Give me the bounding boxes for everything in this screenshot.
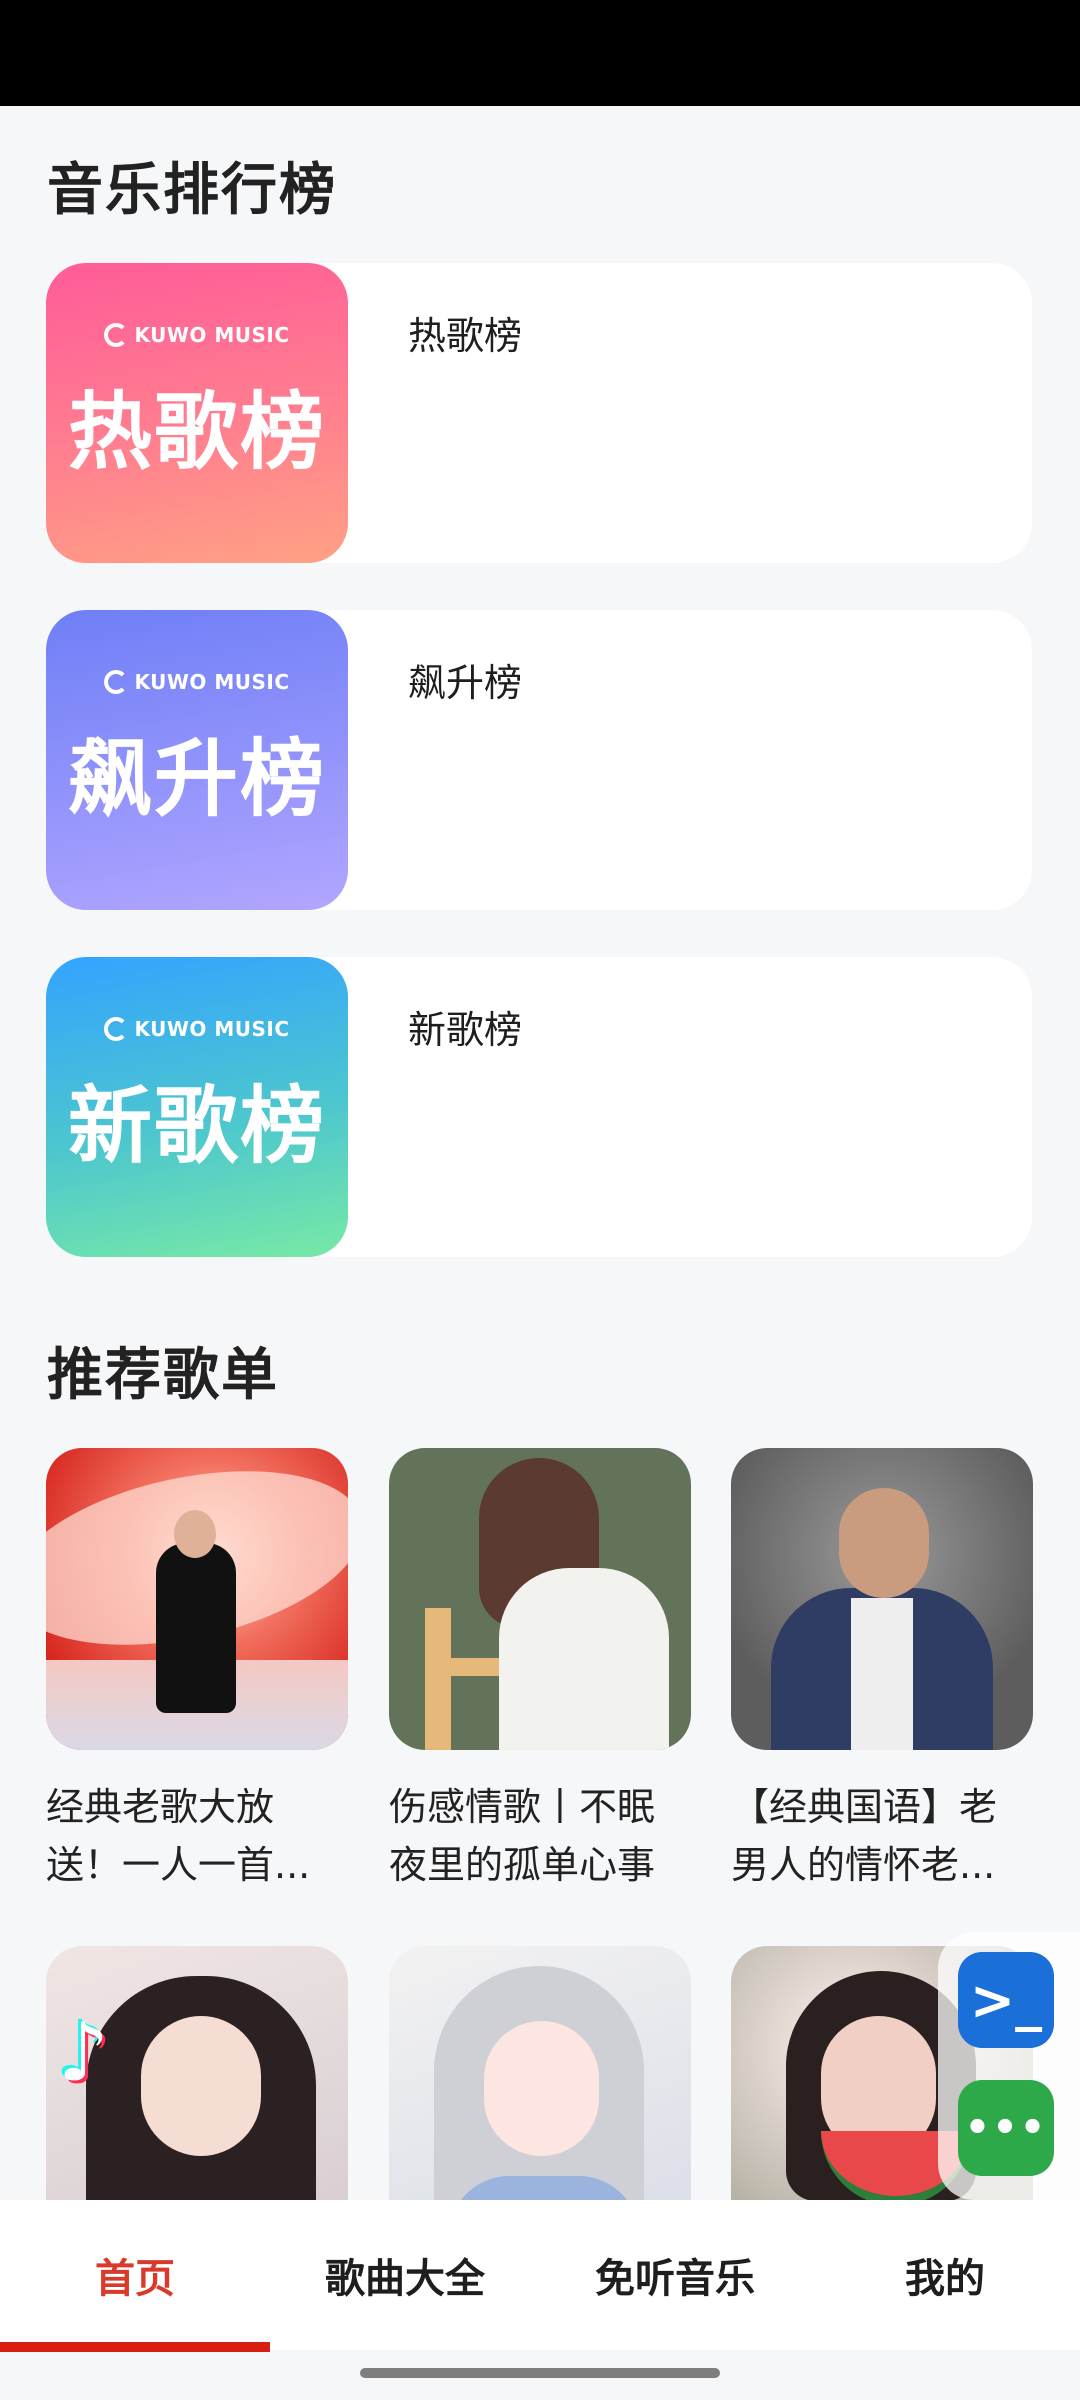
home-indicator[interactable]: [360, 2368, 720, 2378]
section-title-rankings: 音乐排行榜: [47, 158, 337, 223]
kuwo-logo: KUWO MUSIC: [104, 322, 290, 347]
cover-title: 热歌榜: [67, 382, 326, 481]
brand-text: KUWO MUSIC: [134, 669, 290, 694]
cover-title: 飙升榜: [67, 729, 326, 828]
playlist-cover-image: ♪: [46, 1946, 348, 2202]
status-bar: [0, 0, 1080, 106]
brand-text: KUWO MUSIC: [134, 322, 290, 347]
ranking-cover-rising: KUWO MUSIC 飙升榜: [46, 610, 348, 910]
playlist-title: 经典老歌大放送！一人一首...: [46, 1785, 311, 1887]
tab-mine[interactable]: 我的: [810, 2200, 1080, 2350]
kuwo-logo: KUWO MUSIC: [104, 1016, 290, 1041]
ranking-name: 热歌榜: [408, 314, 523, 358]
playlist-card[interactable]: ♪: [46, 1946, 348, 2202]
ranking-cover-hot: KUWO MUSIC 热歌榜: [46, 263, 348, 563]
kuwo-logo-icon: [104, 1016, 129, 1041]
brand-text: KUWO MUSIC: [134, 1016, 290, 1041]
more-icon[interactable]: •••: [958, 2080, 1054, 2176]
playlist-cover-image: [389, 1448, 691, 1750]
playlist-card[interactable]: 经典老歌大放送！一人一首...: [46, 1448, 348, 1894]
kuwo-logo: KUWO MUSIC: [104, 669, 290, 694]
playlist-card[interactable]: 【经典国语】老男人的情怀老...: [731, 1448, 1033, 1894]
playlist-cover-image: [46, 1448, 348, 1750]
tab-free-music[interactable]: 免听音乐: [540, 2200, 810, 2350]
ranking-card-rising[interactable]: KUWO MUSIC 飙升榜 飙升榜: [46, 610, 1032, 910]
active-tab-indicator: [0, 2342, 270, 2352]
playlist-cover-image: [731, 1448, 1033, 1750]
terminal-icon[interactable]: >_: [958, 1952, 1054, 2048]
ranking-name: 新歌榜: [408, 1008, 523, 1052]
playlist-title: 【经典国语】老男人的情怀老...: [731, 1785, 998, 1887]
section-title-recommended: 推荐歌单: [47, 1343, 279, 1408]
playlist-card[interactable]: [389, 1946, 691, 2202]
ranking-name: 飙升榜: [408, 661, 523, 705]
tab-home[interactable]: 首页: [0, 2200, 270, 2350]
tiktok-icon: ♪: [58, 2006, 110, 2099]
bottom-tab-bar: 首页 歌曲大全 免听音乐 我的: [0, 2200, 1080, 2350]
kuwo-logo-icon: [104, 669, 129, 694]
tab-all-songs[interactable]: 歌曲大全: [270, 2200, 540, 2350]
ranking-card-new[interactable]: KUWO MUSIC 新歌榜 新歌榜: [46, 957, 1032, 1257]
ranking-card-hot[interactable]: KUWO MUSIC 热歌榜 热歌榜: [46, 263, 1032, 563]
kuwo-logo-icon: [104, 322, 129, 347]
playlist-card[interactable]: 伤感情歌丨不眠夜里的孤单心事: [389, 1448, 691, 1894]
cover-title: 新歌榜: [67, 1076, 326, 1175]
playlist-title: 伤感情歌丨不眠夜里的孤单心事: [389, 1785, 656, 1887]
ranking-cover-new: KUWO MUSIC 新歌榜: [46, 957, 348, 1257]
playlist-cover-image: [389, 1946, 691, 2202]
